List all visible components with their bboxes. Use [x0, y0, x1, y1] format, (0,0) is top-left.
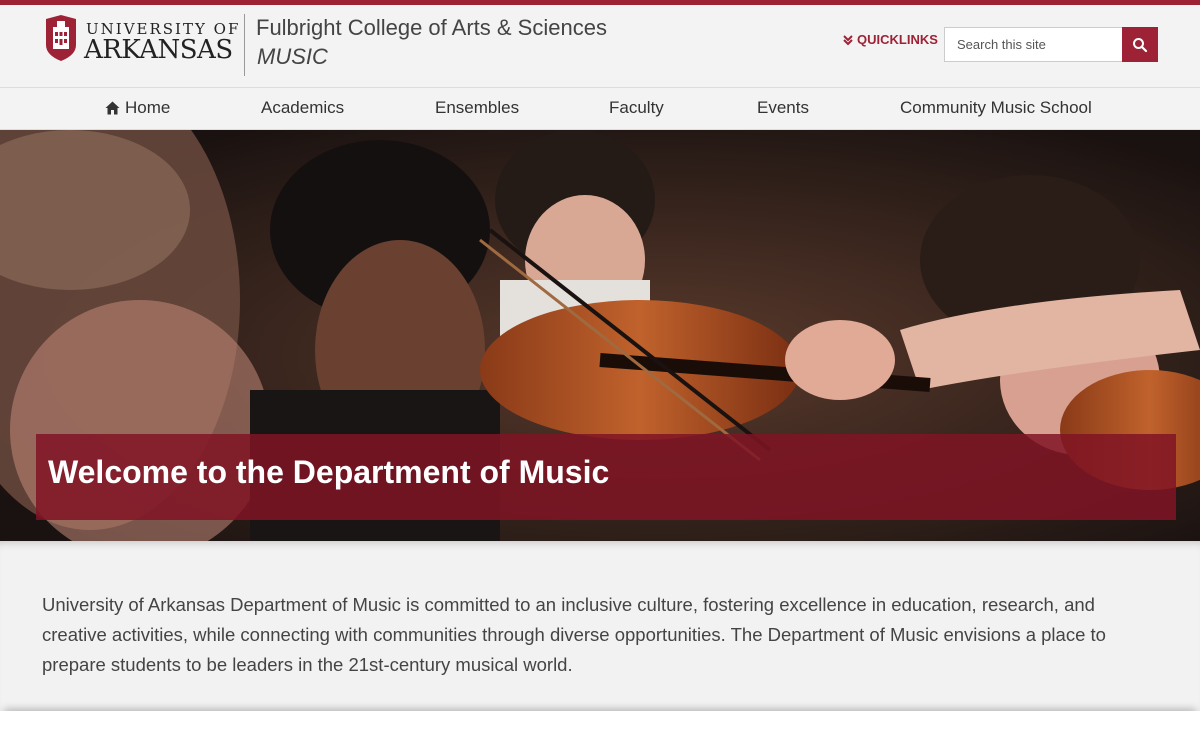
home-icon — [105, 101, 120, 115]
nav-item-label: Ensembles — [435, 98, 520, 117]
nav-item-events[interactable]: Events — [757, 98, 809, 118]
nav-item-ensembles[interactable]: Ensembles — [435, 98, 519, 118]
department-name-link[interactable]: MUSIC — [257, 44, 328, 70]
double-chevron-down-icon — [843, 34, 853, 45]
search-icon — [1133, 37, 1148, 52]
header-divider — [244, 14, 245, 76]
nav-item-label: Home — [125, 98, 171, 117]
hero-title: Welcome to the Department of Music — [48, 454, 610, 490]
college-name-link[interactable]: Fulbright College of Arts & Sciences — [256, 15, 607, 41]
university-logo[interactable]: UNIVERSITY OF ARKANSAS — [44, 13, 244, 73]
search-button[interactable] — [1122, 27, 1158, 62]
old-main-logo-icon — [46, 15, 76, 61]
nav-item-label: Academics — [261, 98, 345, 117]
quicklinks-label: QUICKLINKS — [857, 32, 938, 47]
quicklinks-toggle[interactable]: QUICKLINKS — [842, 32, 938, 47]
main-nav: Home Academics Ensembles Faculty Events … — [0, 87, 1200, 130]
intro-section: University of Arkansas Department of Mus… — [0, 541, 1200, 711]
hero-banner: Welcome to the Department of Music — [0, 130, 1200, 541]
search-input[interactable] — [944, 27, 1122, 62]
nav-item-home[interactable]: Home — [105, 98, 170, 118]
intro-text: University of Arkansas Department of Mus… — [42, 594, 1106, 675]
site-header: UNIVERSITY OF ARKANSAS Fulbright College… — [0, 5, 1200, 87]
next-section-edge — [0, 711, 1200, 740]
nav-item-label: Community Music School — [900, 98, 1092, 117]
nav-item-faculty[interactable]: Faculty — [609, 98, 664, 118]
nav-item-community-music-school[interactable]: Community Music School — [900, 98, 1092, 118]
site-search — [944, 27, 1158, 62]
nav-item-label: Faculty — [609, 98, 664, 117]
university-wordmark-main: ARKANSAS — [84, 35, 233, 65]
nav-item-academics[interactable]: Academics — [261, 98, 344, 118]
hero-caption-box: Welcome to the Department of Music — [36, 434, 1176, 520]
nav-item-label: Events — [757, 98, 809, 117]
